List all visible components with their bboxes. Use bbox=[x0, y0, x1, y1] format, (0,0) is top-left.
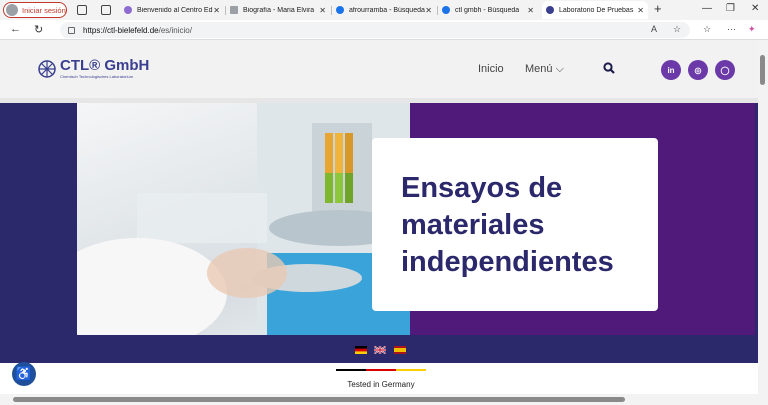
tested-label: Tested in Germany bbox=[347, 380, 415, 389]
search-icon bbox=[442, 6, 450, 14]
workspaces-icon[interactable] bbox=[77, 5, 87, 15]
close-icon[interactable]: ✕ bbox=[213, 6, 220, 15]
site-logo[interactable]: CTL® GmbH Chemisch Technologisches Labor… bbox=[37, 58, 149, 79]
search-icon bbox=[336, 6, 344, 14]
avatar-icon bbox=[6, 4, 18, 16]
germany-color-bars bbox=[336, 369, 426, 371]
back-icon[interactable]: ← bbox=[10, 23, 21, 35]
logo-subtitle: Chemisch Technologisches Laboratorium bbox=[60, 74, 134, 79]
hero-title-line-1: Ensayos de bbox=[401, 172, 563, 204]
read-aloud-icon[interactable]: A bbox=[651, 24, 657, 34]
url-path: /es/inicio/ bbox=[158, 25, 192, 35]
tab-4[interactable]: ctl gmbh - Búsqueda ✕ bbox=[438, 1, 538, 19]
tab-actions-icon[interactable] bbox=[101, 5, 111, 15]
favorite-star-icon[interactable]: ☆ bbox=[673, 24, 681, 35]
ctl-logo-icon bbox=[38, 59, 56, 78]
profile-label: Iniciar sesión bbox=[22, 5, 66, 15]
site-header: CTL® GmbH Chemisch Technologisches Labor… bbox=[0, 40, 758, 98]
url-field[interactable]: https://ctl-bielefeld.de/es/inicio/ bbox=[60, 22, 690, 38]
tab-2[interactable]: Biografía - Maria Elvira ✕ bbox=[226, 1, 330, 19]
nav-home[interactable]: Inicio bbox=[478, 63, 504, 75]
search-icon[interactable] bbox=[603, 62, 615, 74]
hero-section: Ensayos de materiales independientes bbox=[0, 103, 758, 363]
tab-title: Laboratorio De Pruebas bbox=[559, 6, 634, 14]
horizontal-scrollbar[interactable] bbox=[0, 394, 768, 405]
globe-icon bbox=[124, 6, 132, 14]
hero-title-line-2: materiales bbox=[401, 209, 545, 241]
lock-icon bbox=[68, 26, 75, 34]
tab-3[interactable]: afrourramba - Búsqueda ✕ bbox=[332, 1, 436, 19]
address-bar: ← ↻ https://ctl-bielefeld.de/es/inicio/ … bbox=[0, 20, 768, 40]
logo-name: CTL® GmbH bbox=[60, 57, 150, 74]
close-icon[interactable]: ✕ bbox=[425, 6, 432, 15]
tab-title: Bienvenido al Centro Ed bbox=[137, 6, 213, 14]
tab-title: ctl gmbh - Búsqueda bbox=[455, 6, 520, 14]
new-tab-icon[interactable]: + bbox=[654, 1, 662, 16]
url-host: https://ctl-bielefeld.de bbox=[83, 25, 159, 35]
minimize-icon[interactable]: — bbox=[702, 3, 712, 14]
nav-menu[interactable]: Menú ⌵ bbox=[525, 63, 564, 76]
spanish-flag-icon[interactable] bbox=[394, 346, 406, 354]
german-flag-icon[interactable] bbox=[355, 346, 367, 354]
ctl-favicon bbox=[546, 6, 554, 14]
close-icon[interactable]: ✕ bbox=[527, 6, 534, 15]
linkedin-icon[interactable]: in bbox=[661, 60, 681, 80]
tab-1[interactable]: Bienvenido al Centro Ed ✕ bbox=[120, 1, 224, 19]
accessibility-icon[interactable]: ♿ bbox=[12, 362, 36, 386]
close-icon[interactable]: ✕ bbox=[637, 6, 644, 15]
page-viewport: CTL® GmbH Chemisch Technologisches Labor… bbox=[0, 40, 758, 394]
vertical-scrollbar[interactable] bbox=[758, 40, 768, 394]
restore-icon[interactable]: ❐ bbox=[726, 3, 735, 14]
tab-5-active[interactable]: Laboratorio De Pruebas ✕ bbox=[542, 1, 648, 19]
tab-title: afrourramba - Búsqueda bbox=[349, 6, 425, 14]
lab-photo bbox=[77, 103, 410, 335]
close-icon[interactable]: ✕ bbox=[319, 6, 326, 15]
reload-icon[interactable]: ↻ bbox=[34, 23, 43, 36]
browser-tab-bar: Iniciar sesión Bienvenido al Centro Ed ✕… bbox=[0, 0, 768, 20]
uk-flag-icon[interactable] bbox=[374, 346, 386, 354]
more-icon[interactable]: ··· bbox=[727, 24, 736, 34]
chat-icon[interactable]: ◯ bbox=[715, 60, 735, 80]
page-icon bbox=[230, 6, 238, 14]
hero-title-line-3: independientes bbox=[401, 246, 614, 278]
tab-title: Biografía - Maria Elvira bbox=[243, 6, 315, 14]
tested-in-germany: Tested in Germany bbox=[336, 369, 426, 392]
copilot-icon[interactable]: ✦ bbox=[748, 24, 756, 35]
favorites-icon[interactable]: ☆ bbox=[703, 24, 711, 35]
hero-card: Ensayos de materiales independientes bbox=[372, 138, 658, 311]
close-window-icon[interactable]: ✕ bbox=[751, 3, 759, 14]
instagram-icon[interactable]: ◎ bbox=[688, 60, 708, 80]
profile-button[interactable]: Iniciar sesión bbox=[3, 2, 67, 18]
